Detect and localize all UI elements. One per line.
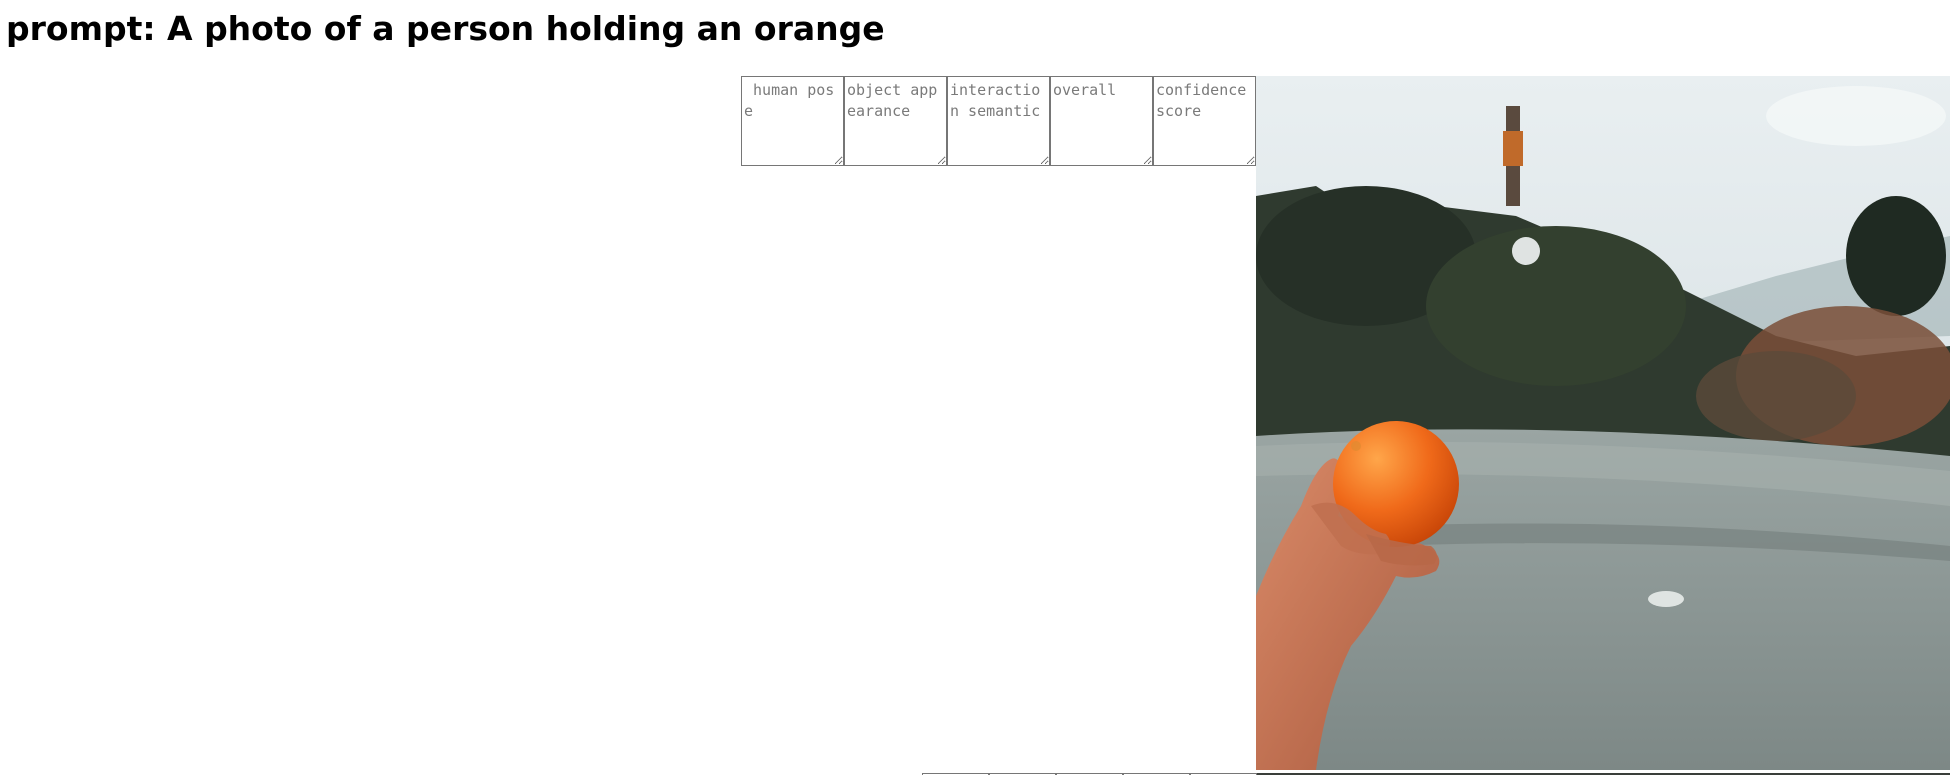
prompt-title: prompt: A photo of a person holding an o… (6, 9, 885, 48)
overall-field[interactable] (1050, 76, 1153, 166)
object-appearance-field[interactable] (844, 76, 947, 166)
generated-image (1256, 76, 1950, 770)
interaction-semantic-field[interactable] (947, 76, 1050, 166)
confidence-score-field[interactable] (1153, 76, 1256, 166)
human-pose-field[interactable] (741, 76, 844, 166)
score-fields-row (741, 76, 1256, 166)
